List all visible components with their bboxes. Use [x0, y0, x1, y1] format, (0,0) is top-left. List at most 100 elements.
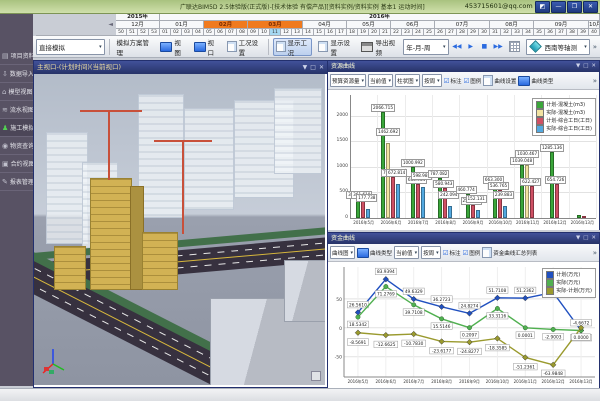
- pin-icon[interactable]: ▼: [576, 233, 580, 244]
- timeline-week-cell[interactable]: 25: [424, 29, 435, 36]
- account-label[interactable]: 453715601@qq.com ▾: [465, 2, 538, 10]
- timeline-week-cell[interactable]: 24: [413, 29, 424, 36]
- fund-line-chart[interactable]: 500-502016年5月2016年6月2016年7月2016年8月2016年9…: [328, 262, 599, 388]
- sidebar-item-material-search[interactable]: ◉物资查询: [0, 137, 33, 155]
- work-condition-settings-button[interactable]: 工况设置: [224, 38, 264, 56]
- timeline-month-cell[interactable]: 08月: [490, 21, 534, 29]
- timeline-week-cell[interactable]: 28: [457, 29, 468, 36]
- sidebar-item-contract-view[interactable]: ▣合约视图: [0, 155, 33, 173]
- timeline-week-cell[interactable]: 02: [171, 29, 182, 36]
- fund-tool-checkbox[interactable]: ☑图例: [462, 249, 480, 257]
- timeline-week-cell[interactable]: 39: [578, 29, 589, 36]
- timeline-week-cell[interactable]: 37: [556, 29, 567, 36]
- timeline-week-cell[interactable]: 13: [292, 29, 303, 36]
- timeline-week-cell[interactable]: 21: [380, 29, 391, 36]
- maximize-button[interactable]: ❐: [567, 1, 582, 13]
- timeline-week-cell[interactable]: 40: [589, 29, 600, 36]
- sidebar-item-model-view[interactable]: ⌂模型视图: [0, 83, 33, 101]
- simulation-mode-select[interactable]: 直接模拟▾: [36, 39, 105, 55]
- viewport-button[interactable]: 视口: [191, 38, 221, 56]
- timeline-week-cell[interactable]: 30: [479, 29, 490, 36]
- play-button[interactable]: ▶: [465, 40, 476, 53]
- display-settings-button[interactable]: 显示设置: [315, 38, 355, 56]
- timeline-week-cell[interactable]: 10: [259, 29, 270, 36]
- sidebar-item-project-folder[interactable]: ▤项目资料: [0, 47, 33, 65]
- timeline-week-cell[interactable]: 53: [149, 29, 160, 36]
- timeline-week-cell[interactable]: 12: [281, 29, 292, 36]
- resource-tool-button[interactable]: 曲线类型: [518, 76, 553, 86]
- timeline-week-cell[interactable]: 17: [336, 29, 347, 36]
- timeline-month-cell[interactable]: 07月: [435, 21, 490, 29]
- 3d-scene[interactable]: [34, 74, 325, 385]
- grid-view-button[interactable]: [506, 38, 523, 56]
- maximize-icon[interactable]: □: [583, 61, 588, 72]
- forward-button[interactable]: ▶▶: [493, 40, 504, 53]
- timeline-week-cell[interactable]: 20: [369, 29, 380, 36]
- resource-tool-select[interactable]: 预算资源量▾: [330, 74, 366, 87]
- view-preset-select[interactable]: 西南等轴测▾: [526, 39, 589, 55]
- timeline-month-cell[interactable]: 05月: [347, 21, 391, 29]
- help-button[interactable]: ◩: [535, 1, 550, 13]
- fund-tool-select[interactable]: 曲线图▾: [330, 246, 355, 259]
- timeline-week-cell[interactable]: 26: [435, 29, 446, 36]
- timeline-week-cell[interactable]: 01: [160, 29, 171, 36]
- fund-tool-select[interactable]: 按周▾: [421, 246, 441, 259]
- close-button[interactable]: ✕: [583, 1, 598, 13]
- gantt-timeline[interactable]: 2015年2016年 12月01月02月03月04月05月06月07月08月09…: [116, 13, 600, 36]
- timeline-week-cell[interactable]: 07: [226, 29, 237, 36]
- close-icon[interactable]: ✕: [591, 61, 596, 72]
- timeline-week-cell[interactable]: 32: [501, 29, 512, 36]
- timeline-week-cell[interactable]: 35: [534, 29, 545, 36]
- resource-tool-checkbox[interactable]: ☑图例: [463, 77, 481, 85]
- fund-tool-button[interactable]: 资金曲线汇总列表: [482, 247, 537, 258]
- maximize-icon[interactable]: □: [583, 233, 588, 244]
- timeline-week-cell[interactable]: 27: [446, 29, 457, 36]
- close-icon[interactable]: ✕: [319, 61, 324, 74]
- sidebar-item-flow-view[interactable]: ≋流水视图: [0, 101, 33, 119]
- timeline-month-cell[interactable]: 06月: [391, 21, 435, 29]
- stop-button[interactable]: ■: [479, 40, 490, 53]
- timeline-week-cell[interactable]: 31: [490, 29, 501, 36]
- resource-tool-select[interactable]: 按周▾: [422, 74, 442, 87]
- timeline-week-cell[interactable]: 18: [347, 29, 358, 36]
- export-video-button[interactable]: 导出视频: [358, 38, 400, 56]
- timeline-week-cell[interactable]: 34: [523, 29, 534, 36]
- timeline-week-cell[interactable]: 04: [193, 29, 204, 36]
- maximize-icon[interactable]: □: [310, 61, 316, 74]
- resource-tool-select[interactable]: 当前值▾: [368, 74, 393, 87]
- timeline-month-cell[interactable]: 02月: [204, 21, 248, 29]
- timeline-month-cell[interactable]: 03月: [248, 21, 303, 29]
- timeline-week-cell[interactable]: 51: [127, 29, 138, 36]
- timeline-week-cell[interactable]: 03: [182, 29, 193, 36]
- timeline-week-cell[interactable]: 06: [215, 29, 226, 36]
- timeline-week-cell[interactable]: 36: [545, 29, 556, 36]
- timeline-week-cell[interactable]: 22: [391, 29, 402, 36]
- timeline-week-cell[interactable]: 33: [512, 29, 523, 36]
- minimize-button[interactable]: —: [551, 1, 566, 13]
- pin-icon[interactable]: ▼: [576, 61, 580, 72]
- toolbar-overflow-button[interactable]: »: [593, 43, 597, 51]
- rewind-button[interactable]: ◀◀: [452, 40, 463, 53]
- simulation-plan-manage-button[interactable]: 模拟方案管理: [113, 38, 154, 56]
- timeline-month-cell[interactable]: 09月: [534, 21, 589, 29]
- show-work-condition-toggle[interactable]: 显示工况: [273, 38, 313, 56]
- pin-icon[interactable]: ▼: [303, 61, 308, 74]
- resource-tool-overflow-button[interactable]: »: [593, 77, 597, 85]
- timeline-week-cell[interactable]: 52: [138, 29, 149, 36]
- resource-tool-button[interactable]: 曲线设置: [483, 75, 516, 86]
- sidebar-item-data-import[interactable]: ⇩数据导入: [0, 65, 33, 83]
- timeline-week-cell[interactable]: 38: [567, 29, 578, 36]
- viewport-mini-button[interactable]: [311, 371, 321, 381]
- timeline-gutter[interactable]: ◄: [36, 13, 116, 36]
- close-icon[interactable]: ✕: [591, 233, 596, 244]
- sidebar-item-construction-worker[interactable]: ♟施工模拟: [0, 119, 33, 137]
- timeline-week-cell[interactable]: 15: [314, 29, 325, 36]
- timeline-week-cell[interactable]: 14: [303, 29, 314, 36]
- resource-bar-chart[interactable]: 05001000150020002016年5月2016年6月2016年7月201…: [328, 90, 599, 230]
- resource-tool-select[interactable]: 柱状图▾: [395, 74, 420, 87]
- timeline-week-cell[interactable]: 08: [237, 29, 248, 36]
- view-button[interactable]: 视图: [157, 38, 187, 56]
- resource-tool-checkbox[interactable]: ☑标注: [444, 77, 462, 85]
- fund-tool-overflow-button[interactable]: »: [593, 249, 597, 257]
- timeline-month-cell[interactable]: 10月: [589, 21, 600, 29]
